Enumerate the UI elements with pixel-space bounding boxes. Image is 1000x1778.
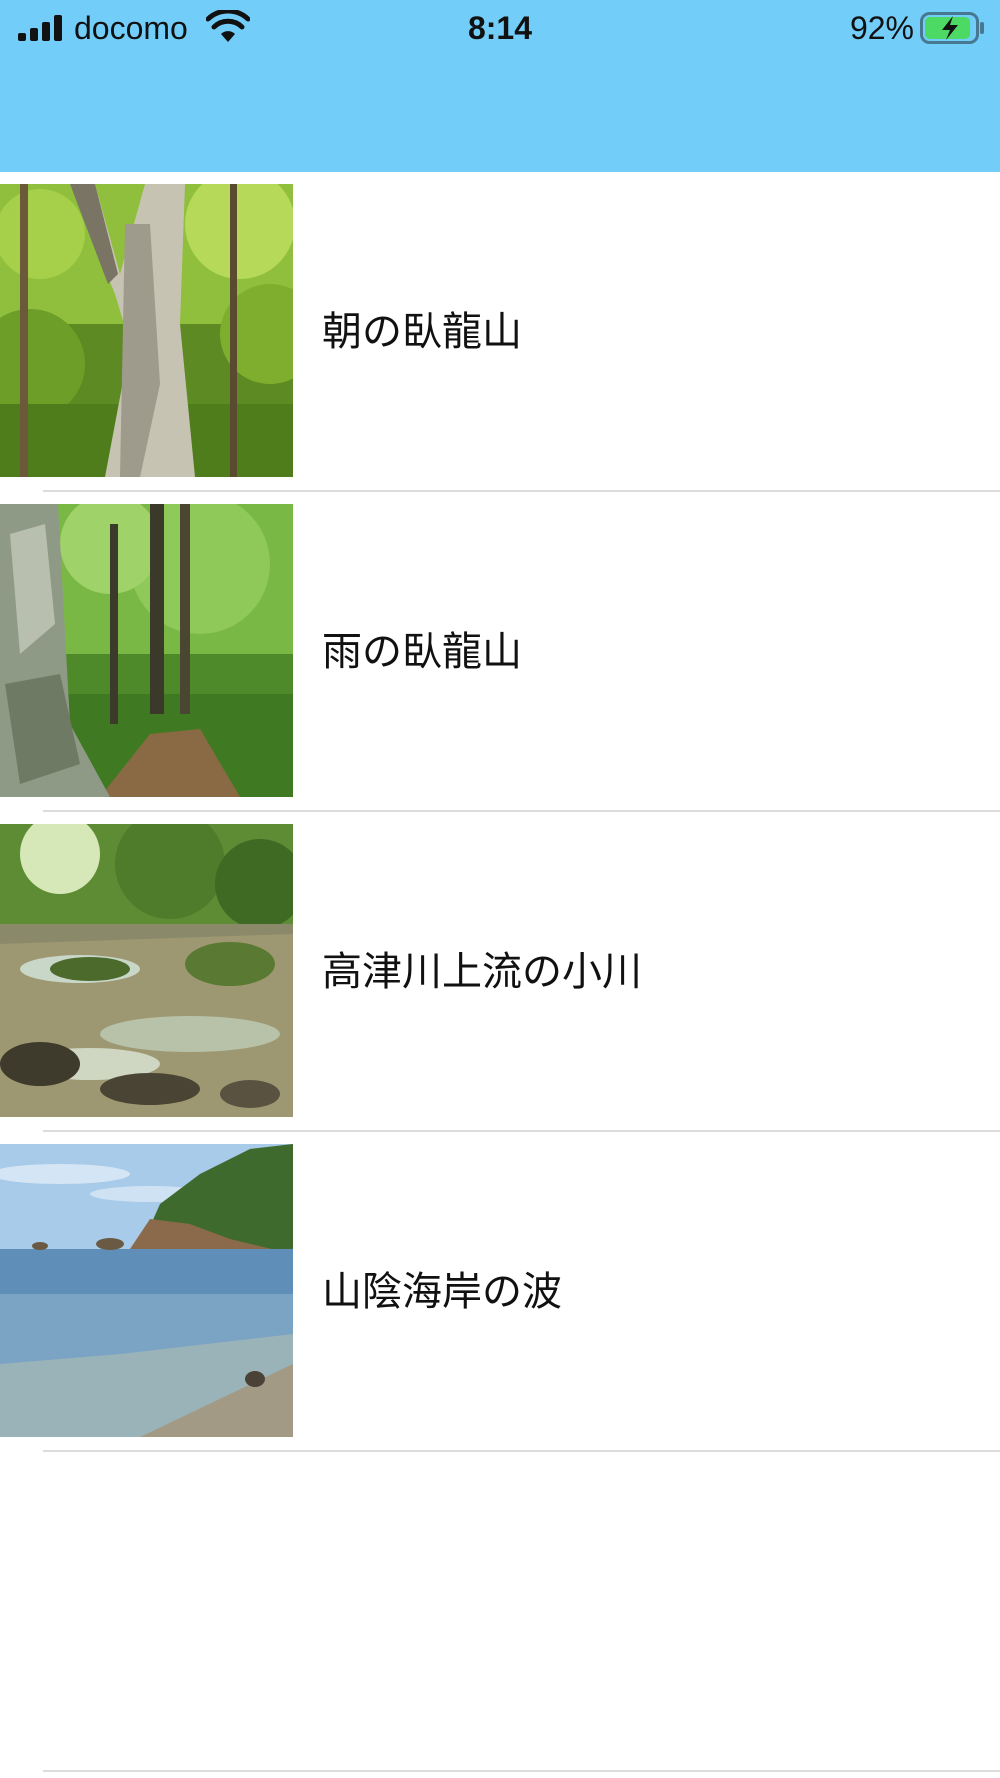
battery-percentage: 92% bbox=[849, 10, 914, 46]
item-title: 雨の臥龍山 bbox=[322, 629, 522, 675]
forest-path-rain-thumbnail bbox=[0, 504, 293, 797]
list-item[interactable]: 高津川上流の小川 bbox=[0, 812, 1000, 1132]
mountain-stream-thumbnail bbox=[0, 824, 293, 1117]
list-item[interactable]: 山陰海岸の波 bbox=[0, 1132, 1000, 1452]
forest-beech-tree-thumbnail bbox=[0, 184, 293, 477]
list-item[interactable]: 雨の臥龍山 bbox=[0, 492, 1000, 812]
row-separator bbox=[43, 1450, 1000, 1452]
row-separator bbox=[43, 1770, 1000, 1772]
battery-charging-icon bbox=[920, 12, 984, 44]
item-title: 山陰海岸の波 bbox=[322, 1269, 562, 1315]
status-bar: docomo 8:14 92% bbox=[0, 0, 1000, 56]
coastline-sea-thumbnail bbox=[0, 1144, 293, 1437]
item-title: 朝の臥龍山 bbox=[322, 309, 522, 355]
item-title: 高津川上流の小川 bbox=[322, 949, 642, 995]
navigation-bar: docomo 8:14 92% bbox=[0, 0, 1000, 172]
list-item[interactable]: 朝の臥龍山 bbox=[0, 172, 1000, 492]
